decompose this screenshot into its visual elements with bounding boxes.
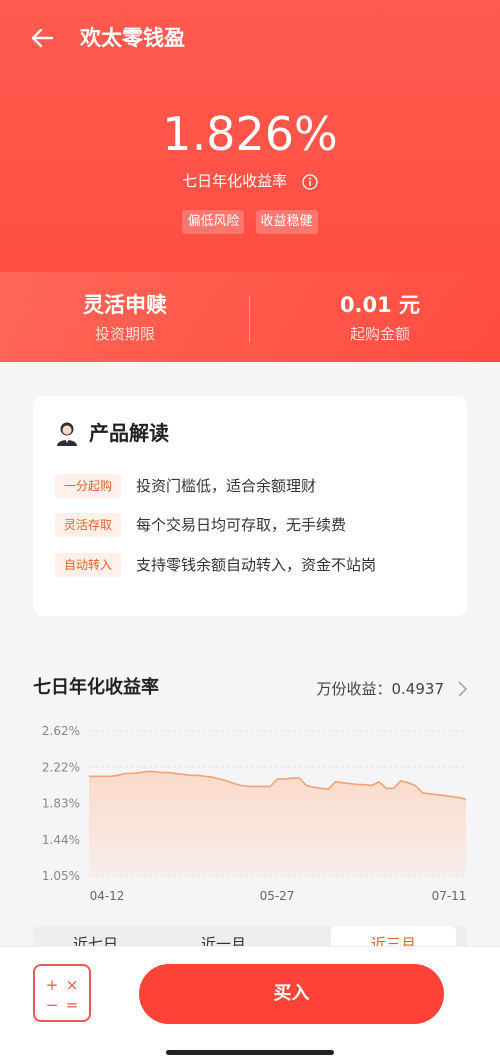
stat-label: 投资期限 — [94, 325, 155, 343]
back-arrow-icon[interactable] — [28, 24, 56, 52]
calculator-icon: + × − = — [46, 976, 79, 1014]
calculator-button[interactable]: + × − = — [33, 964, 91, 1022]
bottom-action-bar: + × − = 买入 — [0, 946, 500, 1064]
yield-rate-label-row: 七日年化收益率 — [0, 170, 500, 192]
yield-rate-label: 七日年化收益率 — [182, 172, 288, 190]
feature-badge: 一分起购 — [55, 474, 121, 498]
page-title: 欢太零钱盈 — [80, 26, 185, 50]
stat-investment-term: 灵活申赎 投资期限 — [0, 290, 250, 346]
calc-times-symbol: × — [66, 976, 79, 994]
feature-text: 投资门槛低，适合余额理财 — [136, 477, 317, 495]
yield-area — [89, 771, 466, 876]
chevron-right-icon[interactable] — [456, 680, 468, 698]
feature-badge: 灵活存取 — [55, 513, 121, 537]
feature-badge: 自动转入 — [55, 553, 121, 577]
chart-title: 七日年化收益率 — [33, 677, 159, 698]
risk-tags: 偏低风险 收益稳健 — [0, 210, 500, 234]
calc-plus-symbol: + — [46, 976, 59, 994]
calc-equals-symbol: = — [66, 996, 79, 1014]
y-tick-label: 2.62% — [42, 724, 80, 738]
yield-chart: 2.62% 2.22% 1.83% 1.44% 1.05% 04-12 05-27 07-11 — [42, 724, 467, 903]
stat-label: 起购金额 — [349, 325, 410, 343]
stats-divider — [249, 296, 250, 342]
feature-text: 每个交易日均可存取，无手续费 — [136, 516, 347, 534]
y-tick-label: 1.83% — [42, 797, 80, 811]
x-tick-label: 04-12 — [90, 889, 125, 903]
y-tick-label: 2.22% — [42, 760, 80, 774]
info-icon[interactable] — [302, 173, 318, 190]
x-tick-label: 07-11 — [432, 889, 467, 903]
product-interpretation-card: 产品解读 一分起购 投资门槛低，适合余额理财 灵活存取 每个交易日均可存取，无手… — [33, 396, 467, 616]
y-tick-label: 1.05% — [42, 869, 80, 883]
stat-min-purchase: 0.01 元 起购金额 — [255, 290, 500, 346]
buy-button[interactable]: 买入 — [139, 964, 444, 1024]
advisor-avatar-icon — [57, 422, 77, 446]
card-title: 产品解读 — [89, 421, 169, 445]
y-tick-label: 1.44% — [42, 833, 80, 847]
risk-tag: 偏低风险 — [182, 210, 245, 234]
x-tick-label: 05-27 — [260, 889, 295, 903]
feature-text: 支持零钱余额自动转入，资金不站岗 — [136, 556, 377, 574]
yield-rate-value: 1.826% — [162, 107, 338, 161]
calc-minus-symbol: − — [46, 996, 59, 1014]
stat-value: 0.01 元 — [339, 293, 421, 317]
per-10k-income[interactable]: 万份收益：0.4937 — [317, 676, 445, 702]
home-indicator — [166, 1050, 334, 1055]
stability-tag: 收益稳健 — [255, 210, 318, 234]
stat-value: 灵活申赎 — [83, 293, 167, 317]
